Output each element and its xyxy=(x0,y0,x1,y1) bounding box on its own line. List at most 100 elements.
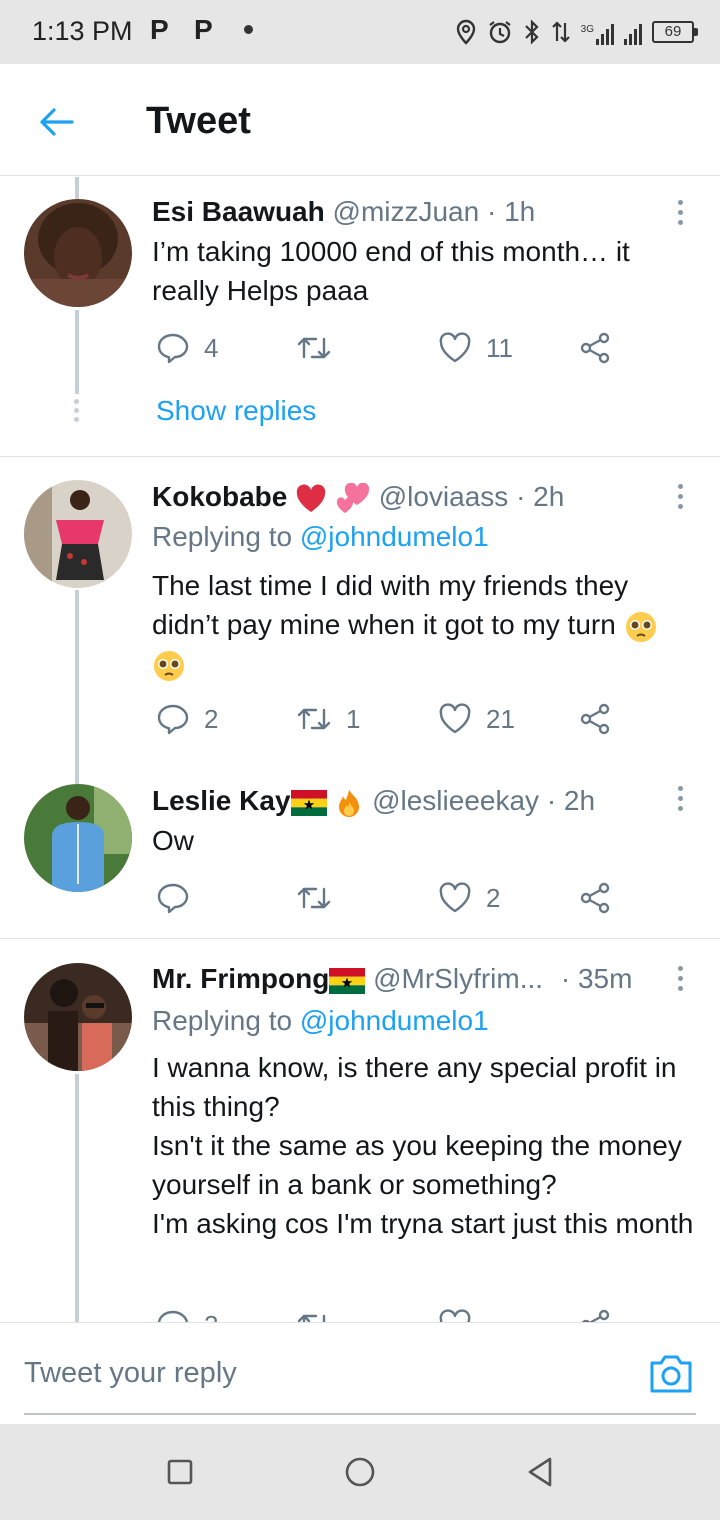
tweet-header: Esi Baawuah @mizzJuan · 1h xyxy=(152,195,535,229)
like-button[interactable]: 11 xyxy=(438,328,513,368)
retweet-button[interactable] xyxy=(296,878,346,918)
show-replies-link[interactable]: Show replies xyxy=(156,395,316,427)
tweet-text-line: I'm asking cos I'm tryna start just this… xyxy=(152,1208,694,1239)
tweet-text-line: Isn't it the same as you keeping the mon… xyxy=(152,1130,682,1200)
pleading-face-emoji xyxy=(625,611,656,642)
camera-button[interactable] xyxy=(648,1353,694,1395)
author-handle[interactable]: @mizzJuan xyxy=(333,196,480,227)
reply-button[interactable]: 2 xyxy=(156,699,218,739)
recents-icon xyxy=(167,1459,193,1485)
ghana-flag-emoji xyxy=(290,789,327,816)
reply-button[interactable] xyxy=(156,878,204,918)
recents-button[interactable] xyxy=(162,1454,198,1490)
more-button[interactable] xyxy=(668,195,692,229)
author-handle[interactable]: @loviaass xyxy=(379,481,509,512)
like-icon xyxy=(439,703,471,734)
like-count: 21 xyxy=(486,703,515,734)
app-header: Tweet xyxy=(0,64,720,176)
retweet-button[interactable] xyxy=(296,1305,332,1322)
more-button[interactable] xyxy=(668,781,692,815)
more-notifications-dot xyxy=(244,25,253,34)
share-button[interactable] xyxy=(578,328,612,368)
retweet-count: 1 xyxy=(346,703,361,734)
home-button[interactable] xyxy=(342,1454,378,1490)
tweet-header: Mr. Frimpong @MrSlyfrim... · 35m xyxy=(152,962,632,996)
tweet-item[interactable]: Esi Baawuah @mizzJuan · 1h I’m taking 10… xyxy=(0,177,720,457)
tweet-actions: 2 1 21 xyxy=(152,699,622,739)
like-button[interactable]: 21 xyxy=(438,699,515,739)
replying-to-mention[interactable]: @johndumelo1 xyxy=(300,521,489,552)
notification-p-icon: P xyxy=(194,14,213,45)
tweet-text: Ow xyxy=(152,825,194,856)
share-icon xyxy=(580,703,610,735)
author-name[interactable]: Kokobabe xyxy=(152,481,287,512)
tweet-header: Kokobabe @loviaass · 2h xyxy=(152,480,564,515)
reply-icon xyxy=(157,704,189,735)
share-button[interactable] xyxy=(578,878,612,918)
location-icon xyxy=(456,19,475,45)
author-handle[interactable]: @MrSlyfrim... xyxy=(373,963,543,994)
author-handle[interactable]: @leslieeekay xyxy=(372,785,539,816)
avatar[interactable] xyxy=(24,480,132,588)
retweet-icon xyxy=(297,1314,326,1322)
retweet-button[interactable] xyxy=(296,328,346,368)
more-button[interactable] xyxy=(668,479,692,513)
back-button[interactable] xyxy=(34,100,78,144)
reply-button[interactable]: 4 xyxy=(156,328,218,368)
avatar[interactable] xyxy=(24,784,132,892)
tweet-actions: 4 11 xyxy=(152,328,622,368)
tweet-item[interactable]: Mr. Frimpong @MrSlyfrim... · 35m Replyin… xyxy=(0,939,720,1322)
retweet-icon xyxy=(297,887,331,909)
share-icon xyxy=(580,332,610,364)
input-underline xyxy=(24,1413,696,1415)
thread-line xyxy=(75,310,79,394)
back-nav-button[interactable] xyxy=(522,1454,558,1490)
share-button[interactable] xyxy=(578,699,612,739)
tweet-text: I’m taking 10000 end of this month… it r… xyxy=(152,236,630,306)
reply-count: 2 xyxy=(204,1310,218,1323)
avatar[interactable] xyxy=(24,963,132,1071)
share-button[interactable] xyxy=(578,1305,612,1322)
status-time: 1:13 PM xyxy=(32,16,133,46)
author-name[interactable]: Esi Baawuah xyxy=(152,196,325,227)
like-button[interactable]: 2 xyxy=(438,878,500,918)
back-icon xyxy=(528,1457,552,1487)
more-button[interactable] xyxy=(668,961,692,995)
replying-to-label: Replying to xyxy=(152,1005,293,1036)
heart-emoji xyxy=(296,484,326,512)
camera-icon xyxy=(650,1355,692,1393)
more-icon xyxy=(677,965,683,971)
signal-icon: 3G xyxy=(581,19,614,45)
like-icon xyxy=(439,882,471,913)
reply-icon xyxy=(157,883,189,914)
like-count: 2 xyxy=(486,882,501,913)
status-bar: 1:13 PM P P 3G 69 xyxy=(0,0,720,64)
author-name[interactable]: Mr. Frimpong xyxy=(152,963,329,994)
reply-button[interactable]: 2 xyxy=(156,1305,218,1322)
replying-to-mention[interactable]: @johndumelo1 xyxy=(300,1005,489,1036)
author-name[interactable]: Leslie Kay xyxy=(152,785,291,816)
like-icon xyxy=(439,1309,471,1322)
like-button[interactable] xyxy=(438,1305,472,1322)
tweet-timeline[interactable]: Esi Baawuah @mizzJuan · 1h I’m taking 10… xyxy=(0,177,720,1322)
reply-composer: Tweet your reply xyxy=(0,1322,720,1424)
tweet-time: · 2h xyxy=(516,481,565,512)
data-arrows-icon xyxy=(551,21,570,43)
retweet-icon xyxy=(297,708,331,730)
reply-count: 4 xyxy=(204,332,219,363)
reply-input[interactable]: Tweet your reply xyxy=(24,1357,237,1390)
tweet-item[interactable]: Kokobabe @loviaass · 2h Replying to @joh… xyxy=(0,457,720,784)
tweet-text: I wanna know, is there any special profi… xyxy=(152,1048,697,1243)
thread-dots xyxy=(74,399,80,426)
retweet-button[interactable]: 1 xyxy=(296,699,360,739)
tweet-text-line: I wanna know, is there any special profi… xyxy=(152,1052,677,1122)
avatar[interactable] xyxy=(24,199,132,307)
battery-icon: 69 xyxy=(652,21,698,43)
tweet-item[interactable]: Leslie Kay @leslieeekay · 2h Ow 2 xyxy=(0,757,720,939)
like-icon xyxy=(439,332,471,363)
replying-to-label: Replying to xyxy=(152,521,293,552)
bluetooth-icon xyxy=(524,19,539,45)
tweet-header: Leslie Kay @leslieeekay · 2h xyxy=(152,784,595,819)
fire-emoji xyxy=(339,788,360,817)
tweet-actions: 2 xyxy=(152,1305,622,1322)
